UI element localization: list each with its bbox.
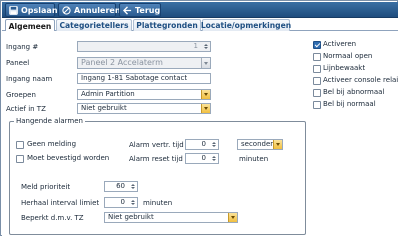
save-button[interactable]: Opslaan [5, 3, 58, 17]
paneel-select: Paneel 2 Accelaterm [77, 57, 211, 69]
save-icon [9, 5, 18, 15]
groepen-dropdown-icon[interactable] [201, 90, 210, 99]
paneel-value: Paneel 2 Accelaterm [81, 58, 163, 67]
actief-in-tz-value: Niet gebruikt [81, 104, 127, 112]
groepen-label: Groepen [6, 91, 36, 99]
alarm-reset-unit: minuten [239, 155, 269, 163]
ingang-nr-spinner [202, 42, 209, 51]
bel-bij-normaal-checkbox[interactable] [313, 101, 321, 109]
alarm-vertr-unit-dropdown-icon[interactable] [273, 140, 282, 149]
bel-bij-abnormaal-label: Bel bij abnormaal [323, 88, 385, 96]
tab-bar: Algemeen Categorietellers Plattegronden … [2, 18, 398, 32]
geen-melding-checkbox[interactable] [16, 141, 24, 149]
toolbar: Opslaan Annuleren Terug [2, 2, 398, 18]
activeren-label: Activeren [323, 40, 357, 48]
groepen-select[interactable]: Admin Partition [77, 89, 211, 100]
meld-prioriteit-spinner[interactable] [129, 182, 136, 191]
alarm-vertr-unit-select[interactable]: seconden [237, 139, 283, 150]
cancel-icon [62, 5, 71, 15]
normaal-open-checkbox[interactable] [313, 53, 321, 61]
back-button-label: Terug [135, 5, 161, 15]
normaal-open-label: Normaal open [323, 52, 373, 60]
cancel-button[interactable]: Annuleren [58, 3, 121, 17]
actief-in-tz-label: Actief in TZ [6, 105, 46, 113]
lijnbewaakt-label: Lijnbewaakt [323, 64, 366, 72]
meld-prioriteit-label: Meld prioriteit [21, 183, 71, 191]
tab-locatie-opmerkingen[interactable]: Locatie/opmerkingen [201, 19, 291, 31]
back-button[interactable]: Terug [119, 3, 161, 17]
tab-plattegronden[interactable]: Plattegronden [133, 19, 201, 31]
herhaal-interval-spinner[interactable] [129, 198, 136, 207]
ingang-naam-input[interactable]: Ingang 1-81 Sabotage contact [77, 73, 211, 84]
ingang-nr-label: Ingang # [6, 43, 39, 51]
activeren-checkbox[interactable] [313, 41, 321, 49]
meld-prioriteit-input[interactable]: 60 [104, 181, 138, 192]
groepen-value: Admin Partition [81, 90, 135, 98]
herhaal-interval-value: 0 [120, 198, 125, 206]
back-arrow-icon [123, 5, 132, 15]
ingang-naam-label: Ingang naam [6, 75, 53, 83]
paneel-dropdown-icon [201, 58, 210, 68]
alarm-vertr-value: 0 [201, 140, 206, 148]
meld-prioriteit-value: 60 [116, 182, 125, 190]
geen-melding-label: Geen melding [27, 140, 77, 148]
actief-in-tz-select[interactable]: Niet gebruikt [77, 103, 211, 114]
alarm-reset-value: 0 [201, 154, 206, 162]
ingang-naam-value: Ingang 1-81 Sabotage contact [81, 74, 188, 82]
beperkt-tz-label: Beperkt d.m.v. TZ [21, 214, 84, 222]
activeer-console-relais-checkbox[interactable] [313, 77, 321, 85]
activeer-console-relais-label: Activeer console relais [323, 76, 398, 84]
alarm-vertr-spinner[interactable] [210, 140, 217, 149]
save-button-label: Opslaan [21, 5, 58, 15]
hangende-alarmen-legend: Hangende alarmen [14, 117, 85, 126]
paneel-label: Paneel [6, 59, 30, 67]
tab-content-algemeen: Ingang # 1 Paneel Paneel 2 Accelaterm In… [2, 31, 398, 236]
bel-bij-normaal-label: Bel bij normaal [323, 100, 376, 108]
beperkt-tz-dropdown-icon[interactable] [228, 213, 237, 222]
ingang-nr-value: 1 [193, 42, 198, 50]
alarm-reset-input[interactable]: 0 [185, 153, 219, 164]
herhaal-interval-input[interactable]: 0 [104, 197, 138, 208]
moet-bevestigd-checkbox[interactable] [16, 155, 24, 163]
alarm-reset-spinner[interactable] [210, 154, 217, 163]
alarm-vertr-label: Alarm vertr. tijd [129, 141, 184, 149]
cancel-button-label: Annuleren [74, 5, 121, 15]
tab-categorietellers[interactable]: Categorietellers [56, 19, 132, 31]
beperkt-tz-value: Niet gebruikt [108, 213, 154, 221]
herhaal-interval-unit: minuten [143, 199, 173, 207]
herhaal-interval-label: Herhaal interval limiet [21, 199, 100, 207]
ingang-nr-field: 1 [77, 41, 211, 52]
window-frame: Opslaan Annuleren Terug Algemeen Categor… [0, 0, 398, 236]
moet-bevestigd-label: Moet bevestigd worden [27, 154, 110, 162]
alarm-reset-label: Alarm reset tijd [129, 155, 183, 163]
lijnbewaakt-checkbox[interactable] [313, 65, 321, 73]
bel-bij-abnormaal-checkbox[interactable] [313, 89, 321, 97]
beperkt-tz-select[interactable]: Niet gebruikt [104, 212, 238, 223]
alarm-vertr-input[interactable]: 0 [185, 139, 219, 150]
alarm-vertr-unit: seconden [241, 140, 275, 148]
actief-in-tz-dropdown-icon[interactable] [201, 104, 210, 113]
